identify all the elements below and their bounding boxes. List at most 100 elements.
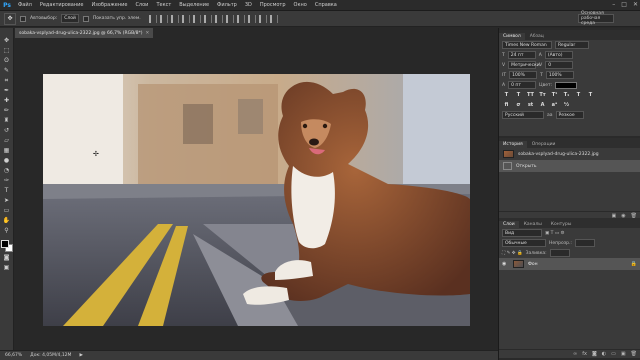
align-top-icon[interactable]: [148, 14, 157, 23]
blur-tool-icon[interactable]: ●: [2, 156, 12, 165]
font-family-select[interactable]: Times New Roman: [502, 41, 552, 49]
healing-brush-tool-icon[interactable]: ✚: [2, 96, 12, 105]
clone-stamp-tool-icon[interactable]: ♜: [2, 116, 12, 125]
fractions-icon[interactable]: ½: [562, 101, 571, 109]
fill-input[interactable]: [549, 249, 570, 257]
underline-icon[interactable]: T: [574, 91, 583, 99]
tab-layers[interactable]: Слои: [499, 221, 519, 228]
crop-tool-icon[interactable]: ⌗: [2, 76, 12, 85]
path-select-tool-icon[interactable]: ➤: [2, 196, 12, 205]
oldstyle-icon[interactable]: σ: [514, 101, 523, 109]
zoom-tool-icon[interactable]: ⚲: [2, 226, 12, 235]
filter-icons[interactable]: ▣ T ▭ ⚙: [545, 231, 565, 236]
menu-layers[interactable]: Слои: [131, 2, 152, 8]
alternates-icon[interactable]: A: [538, 101, 547, 109]
distribute-right-icon[interactable]: [269, 14, 278, 23]
add-mask-icon[interactable]: ◙: [592, 351, 597, 357]
color-swatches[interactable]: [0, 240, 13, 252]
move-tool-icon[interactable]: ✥: [4, 12, 16, 25]
kerning-input[interactable]: Метрически: [508, 61, 540, 69]
status-arrow-icon[interactable]: ▶: [79, 353, 82, 358]
distribute-left-icon[interactable]: [247, 14, 256, 23]
align-bottom-icon[interactable]: [170, 14, 179, 23]
subscript-icon[interactable]: T₁: [562, 91, 571, 99]
baseline-input[interactable]: 0 пт: [508, 81, 537, 89]
distribute-top-icon[interactable]: [214, 14, 223, 23]
hand-tool-icon[interactable]: ✋: [2, 216, 12, 225]
menu-filter[interactable]: Фильтр: [213, 2, 241, 8]
menu-type[interactable]: Текст: [152, 2, 175, 8]
history-snapshot[interactable]: sobaka-vsplyad-drug-ulica-2322.jpg: [499, 148, 640, 160]
foreground-color-swatch[interactable]: [0, 240, 9, 248]
close-tab-icon[interactable]: ✕: [146, 31, 150, 36]
gradient-tool-icon[interactable]: ▦: [2, 146, 12, 155]
eraser-tool-icon[interactable]: ▱: [2, 136, 12, 145]
menu-view[interactable]: Просмотр: [256, 2, 290, 8]
move-tool-icon[interactable]: ✥: [2, 36, 12, 45]
type-tool-icon[interactable]: T: [2, 186, 12, 195]
quick-select-tool-icon[interactable]: ✎: [2, 66, 12, 75]
menu-window[interactable]: Окно: [290, 2, 311, 8]
eye-icon[interactable]: ◉: [502, 261, 509, 267]
distribute-center-icon[interactable]: [258, 14, 267, 23]
delete-layer-icon[interactable]: 🗑: [631, 351, 637, 357]
tab-character[interactable]: Символ: [499, 33, 525, 40]
new-layer-icon[interactable]: ▣: [621, 351, 626, 357]
distribute-bottom-icon[interactable]: [236, 14, 245, 23]
tracking-input[interactable]: 0: [545, 61, 574, 69]
superscript-icon[interactable]: T¹: [550, 91, 559, 99]
align-right-icon[interactable]: [203, 14, 212, 23]
menu-3d[interactable]: 3D: [241, 2, 256, 8]
align-center-icon[interactable]: [192, 14, 201, 23]
layer-style-icon[interactable]: fx: [582, 351, 587, 357]
new-group-icon[interactable]: ▭: [611, 351, 616, 357]
document-tab[interactable]: sobaka-vsplyad-drug-ulica-2322.jpg @ 66,…: [15, 28, 154, 38]
small-caps-icon[interactable]: Tт: [538, 91, 547, 99]
language-select[interactable]: Русский: [502, 111, 544, 119]
screen-mode-icon[interactable]: ▣: [2, 263, 12, 272]
tab-paragraph[interactable]: Абзац: [526, 33, 548, 40]
horizontal-scale-input[interactable]: 100%: [545, 71, 574, 79]
faux-bold-icon[interactable]: T: [502, 91, 511, 99]
marquee-tool-icon[interactable]: ⬚: [2, 46, 12, 55]
show-transform-checkbox[interactable]: [82, 15, 89, 22]
dodge-tool-icon[interactable]: ◔: [2, 166, 12, 175]
history-brush-tool-icon[interactable]: ↺: [2, 126, 12, 135]
align-left-icon[interactable]: [181, 14, 190, 23]
font-style-select[interactable]: Regular: [555, 41, 589, 49]
menu-file[interactable]: Файл: [14, 2, 36, 8]
document-image[interactable]: [43, 74, 470, 326]
lasso-tool-icon[interactable]: ʘ: [2, 56, 12, 65]
tab-history[interactable]: История: [499, 141, 527, 148]
menu-select[interactable]: Выделение: [175, 2, 213, 8]
opacity-input[interactable]: [574, 239, 595, 247]
link-layers-icon[interactable]: ∞: [573, 351, 577, 357]
font-size-input[interactable]: 24 пт: [507, 51, 536, 59]
layer-row[interactable]: ◉ Фон 🔒: [499, 258, 640, 270]
distribute-middle-icon[interactable]: [225, 14, 234, 23]
tab-actions[interactable]: Операции: [528, 141, 560, 148]
adjustment-layer-icon[interactable]: ◐: [602, 351, 606, 357]
ordinals-icon[interactable]: aᵃ: [550, 101, 559, 109]
zoom-level[interactable]: 66,67%: [5, 353, 22, 358]
minimize-icon[interactable]: –: [612, 1, 615, 8]
strikethrough-icon[interactable]: T: [586, 91, 595, 99]
tab-channels[interactable]: Каналы: [520, 221, 546, 228]
swash-icon[interactable]: st: [526, 101, 535, 109]
menu-help[interactable]: Справка: [311, 2, 341, 8]
menu-image[interactable]: Изображение: [87, 2, 131, 8]
brush-tool-icon[interactable]: ✏: [2, 106, 12, 115]
autoselect-dropdown[interactable]: Слой: [61, 14, 79, 23]
maximize-icon[interactable]: □: [621, 1, 627, 8]
close-icon[interactable]: ✕: [633, 1, 638, 8]
history-step-open[interactable]: Открыть: [499, 160, 640, 172]
tab-paths[interactable]: Контуры: [547, 221, 576, 228]
pen-tool-icon[interactable]: ✑: [2, 176, 12, 185]
ligature-icon[interactable]: fi: [502, 101, 511, 109]
shape-tool-icon[interactable]: ▭: [2, 206, 12, 215]
text-color-swatch[interactable]: [555, 81, 578, 89]
all-caps-icon[interactable]: TT: [526, 91, 535, 99]
faux-italic-icon[interactable]: T: [514, 91, 523, 99]
vertical-scale-input[interactable]: 100%: [509, 71, 538, 79]
align-middle-icon[interactable]: [159, 14, 168, 23]
